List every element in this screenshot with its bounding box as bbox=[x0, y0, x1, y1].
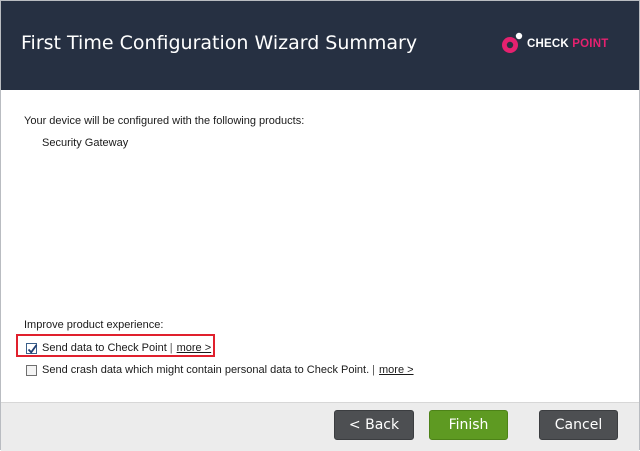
separator: | bbox=[169, 342, 173, 354]
wizard-window: First Time Configuration Wizard Summary … bbox=[0, 0, 640, 451]
check-point-logo-icon bbox=[502, 32, 523, 53]
product-item: Security Gateway bbox=[42, 137, 129, 149]
back-button[interactable]: < Back bbox=[334, 410, 414, 440]
check-point-logo-text: CHECK POINT bbox=[527, 38, 608, 50]
wizard-title: First Time Configuration Wizard Summary bbox=[21, 32, 418, 54]
send-data-more-link[interactable]: more > bbox=[177, 342, 212, 354]
wizard-header: First Time Configuration Wizard Summary … bbox=[1, 1, 639, 90]
wizard-footer: < Back Finish Cancel bbox=[1, 402, 639, 451]
logo-text-accent: POINT bbox=[572, 38, 609, 50]
wizard-content: Your device will be configured with the … bbox=[1, 90, 639, 402]
checkmark-icon bbox=[27, 343, 38, 354]
check-point-logo: CHECK POINT bbox=[498, 31, 623, 57]
send-data-label[interactable]: Send data to Check Point bbox=[42, 342, 167, 354]
finish-button[interactable]: Finish bbox=[429, 410, 508, 440]
send-crash-data-more-link[interactable]: more > bbox=[379, 364, 414, 376]
send-data-checkbox[interactable] bbox=[26, 342, 38, 354]
logo-text-primary: CHECK bbox=[527, 38, 573, 50]
intro-text: Your device will be configured with the … bbox=[24, 115, 305, 127]
send-crash-data-label[interactable]: Send crash data which might contain pers… bbox=[42, 364, 369, 376]
send-data-option: Send data to Check Point | more > bbox=[26, 341, 211, 355]
separator: | bbox=[372, 364, 375, 376]
improve-label: Improve product experience: bbox=[24, 319, 164, 331]
send-crash-data-option: Send crash data which might contain pers… bbox=[26, 363, 414, 377]
send-crash-data-checkbox[interactable] bbox=[26, 364, 37, 376]
cancel-button[interactable]: Cancel bbox=[539, 410, 618, 440]
